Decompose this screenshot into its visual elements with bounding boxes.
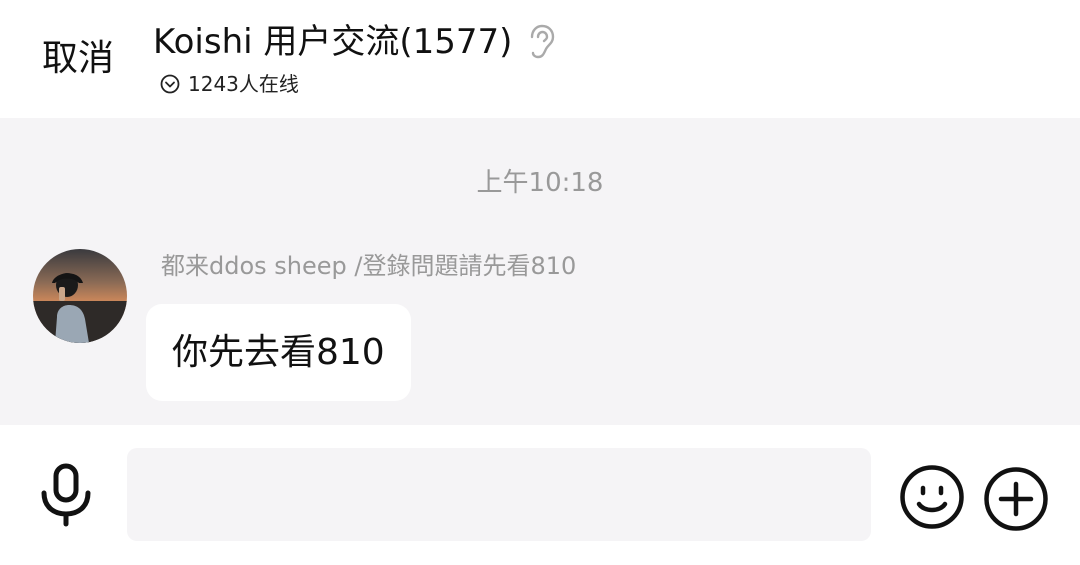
message-bubble[interactable]: 你先去看810	[146, 304, 411, 401]
group-title-row[interactable]: Koishi 用户交流(1577)	[153, 20, 556, 64]
chevron-down-circle-icon	[160, 74, 180, 94]
cancel-button[interactable]: 取消	[42, 36, 114, 82]
avatar[interactable]	[33, 249, 127, 343]
microphone-icon[interactable]	[38, 463, 94, 527]
online-status[interactable]: 1243人在线	[160, 71, 299, 97]
online-count: 1243人在线	[188, 72, 299, 96]
ear-icon[interactable]	[526, 24, 556, 60]
message-input[interactable]	[127, 448, 871, 541]
message-text: 你先去看810	[172, 331, 385, 373]
chat-message-area[interactable]: 上午10:18 都来ddos sheep /登錄問題請先看810 你先去看810	[0, 118, 1080, 425]
message-timestamp: 上午10:18	[476, 168, 604, 198]
sender-name: 都来ddos sheep /登錄問題請先看810	[161, 252, 577, 280]
chat-header: 取消 Koishi 用户交流(1577) 1243人在线	[0, 0, 1080, 118]
smiley-icon[interactable]	[899, 464, 965, 530]
group-title: Koishi 用户交流(1577)	[153, 22, 513, 62]
input-bar	[0, 425, 1080, 565]
plus-circle-icon[interactable]	[983, 466, 1049, 532]
